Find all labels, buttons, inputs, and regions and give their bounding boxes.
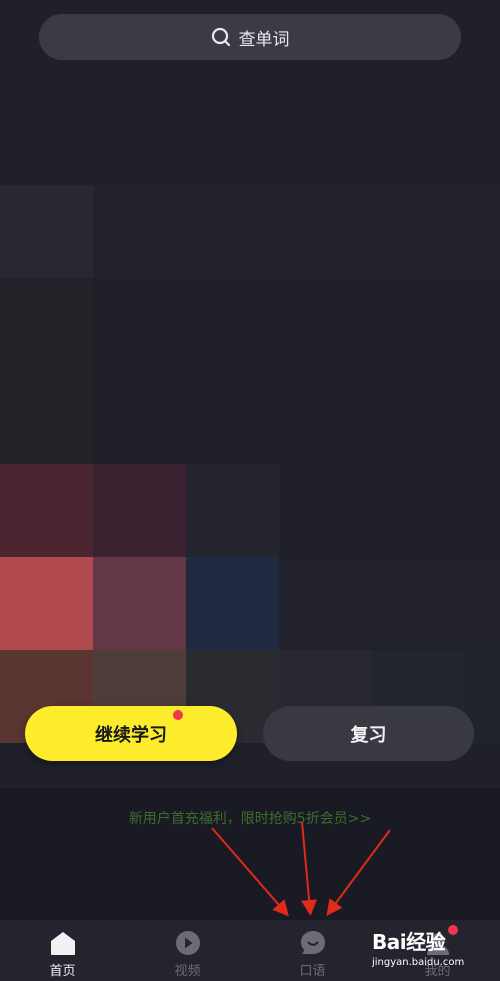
mosaic-tile — [186, 464, 279, 557]
mosaic-tile — [372, 371, 465, 464]
mosaic-tile — [465, 464, 500, 557]
home-icon — [49, 930, 77, 956]
mosaic-tile — [186, 557, 279, 650]
mosaic-tile — [186, 278, 279, 371]
mosaic-tile — [465, 278, 500, 371]
mosaic-tile — [0, 557, 93, 650]
promo-link[interactable]: 新用户首充福利，限时抢购5折会员>> — [0, 808, 500, 828]
mosaic-tile — [0, 278, 93, 371]
app-screen: 查单词 继续学习 复习 新用户首充福利，限时抢购5折会员>> 首页 视频 口语 … — [0, 0, 500, 981]
mosaic-tile — [279, 557, 372, 650]
search-icon — [211, 27, 231, 47]
review-button[interactable]: 复习 — [263, 706, 474, 761]
tab-home[interactable]: 首页 — [0, 920, 125, 981]
mosaic-tile — [465, 185, 500, 278]
mosaic-tile — [279, 371, 372, 464]
tab-video[interactable]: 视频 — [125, 920, 250, 981]
mosaic-tile — [465, 371, 500, 464]
continue-learning-button[interactable]: 继续学习 — [25, 706, 237, 761]
mosaic-tile — [372, 278, 465, 371]
review-label: 复习 — [350, 724, 387, 746]
play-icon — [174, 930, 202, 956]
tab-video-label: 视频 — [174, 964, 201, 979]
watermark-url: jingyan.baidu.com — [372, 957, 465, 968]
mosaic-tile — [372, 464, 465, 557]
mosaic-tile — [465, 557, 500, 650]
mosaic-tile — [279, 185, 372, 278]
notification-dot — [173, 710, 183, 720]
mosaic-tile — [93, 371, 186, 464]
mosaic-tile — [93, 185, 186, 278]
mosaic-tile — [93, 557, 186, 650]
mosaic-tile — [186, 185, 279, 278]
watermark-logo: Bai经验 — [372, 930, 446, 954]
promo-area: 新用户首充福利，限时抢购5折会员>> — [0, 788, 500, 920]
mosaic-tile — [279, 464, 372, 557]
mosaic-tile — [93, 464, 186, 557]
mosaic-tile — [0, 185, 93, 278]
pixelated-banner-image — [0, 185, 500, 743]
chat-bubble-icon — [299, 930, 327, 956]
mosaic-tile — [0, 464, 93, 557]
search-placeholder: 查单词 — [238, 29, 290, 50]
mosaic-tile — [372, 557, 465, 650]
mosaic-tile — [279, 278, 372, 371]
tab-home-label: 首页 — [49, 964, 76, 979]
mosaic-tile — [93, 278, 186, 371]
mosaic-tile — [186, 371, 279, 464]
mosaic-tile — [372, 185, 465, 278]
tab-speaking-label: 口语 — [299, 964, 326, 979]
mosaic-tile — [0, 371, 93, 464]
tab-speaking[interactable]: 口语 — [250, 920, 375, 981]
continue-learning-label: 继续学习 — [95, 724, 167, 746]
watermark: Bai经验 jingyan.baidu.com — [372, 926, 472, 974]
search-bar[interactable]: 查单词 — [39, 14, 461, 60]
